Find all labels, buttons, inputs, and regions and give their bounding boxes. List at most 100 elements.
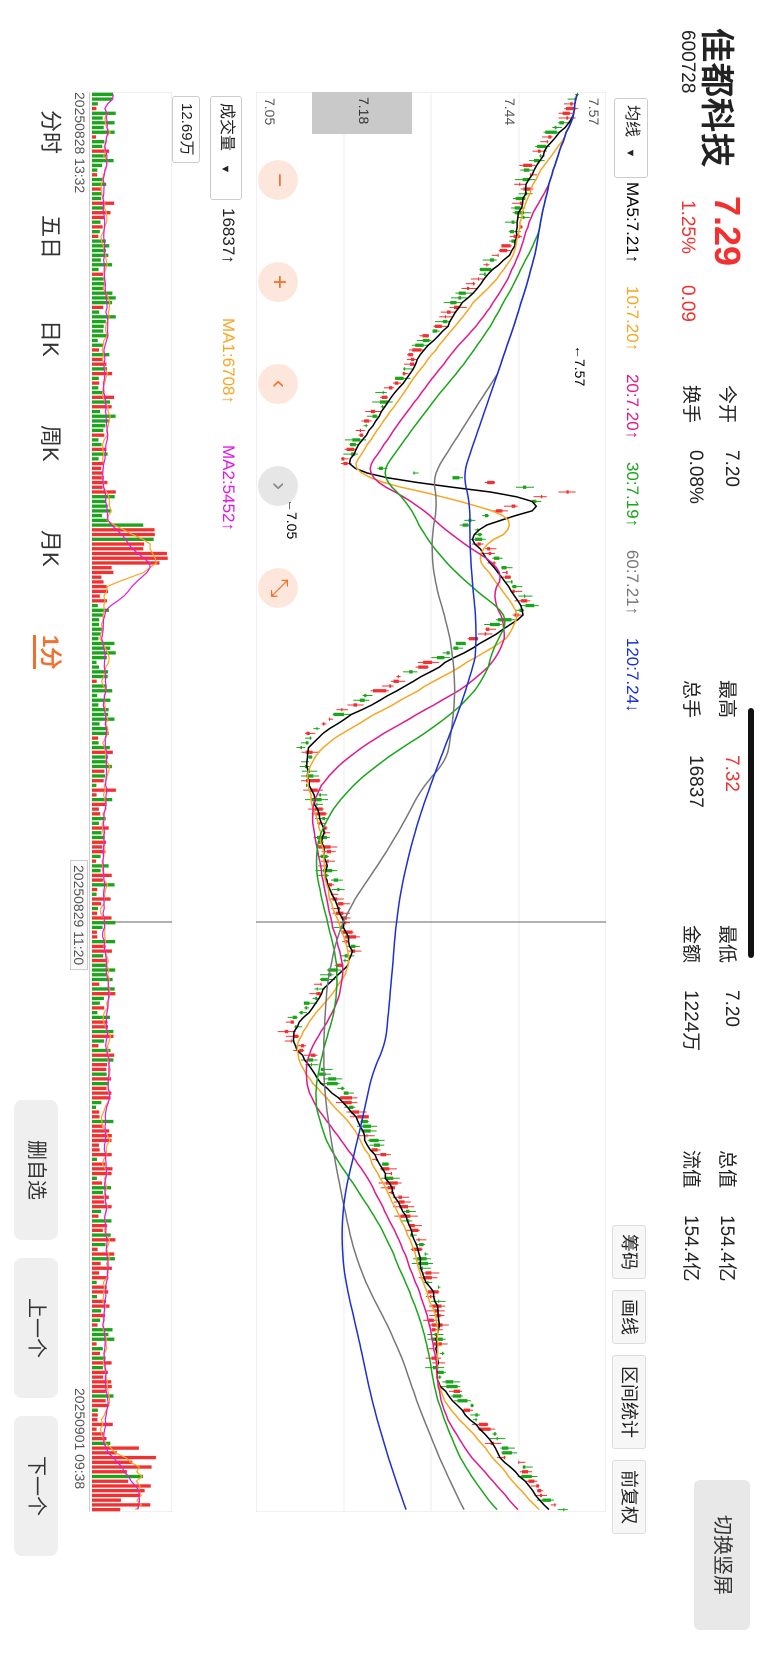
volume-bar (92, 1176, 97, 1180)
volume-bar (92, 1309, 102, 1313)
volume-bar (92, 1186, 112, 1190)
volume-bar (92, 1110, 100, 1114)
tab-intraday[interactable]: 分时 (36, 110, 68, 154)
home-indicator (748, 708, 754, 958)
tab-five-day[interactable]: 五日 (36, 215, 68, 259)
candle-body (353, 703, 358, 707)
volume-bar (92, 1323, 98, 1327)
volume-bar (92, 1001, 100, 1005)
volume-bar (92, 116, 103, 120)
candle-body (437, 1370, 444, 1375)
candle-body (540, 495, 543, 499)
candle-body (545, 130, 557, 134)
candle-body (398, 1200, 405, 1204)
stat-turnover-value: 0.08% (685, 450, 706, 504)
scroll-left-button[interactable]: ‹ (258, 364, 298, 404)
time-axis-start: 20250828 13:32 (72, 92, 88, 194)
volume-bar (92, 1044, 99, 1048)
candle-body (372, 414, 377, 418)
volume-bar (92, 1460, 133, 1464)
candle-body (394, 381, 399, 385)
volume-bar (92, 1190, 103, 1195)
volume-bar (92, 225, 103, 229)
tab-1min[interactable]: 1分 (33, 635, 68, 670)
volume-selector[interactable]: 成交量 ▼ (210, 96, 242, 200)
candle-body (484, 513, 489, 518)
volume-bar (92, 859, 97, 863)
candle-body (324, 826, 327, 830)
volume-bar (92, 1479, 129, 1483)
candle-body (322, 722, 325, 726)
previous-button[interactable]: 上一个 (14, 1258, 58, 1398)
candle-body (370, 409, 376, 414)
candle-body (522, 485, 527, 489)
reset-view-button[interactable]: ⤡ (258, 568, 298, 608)
volume-bar (92, 1223, 108, 1228)
tab-monthly-k[interactable]: 月K (36, 530, 68, 567)
ma30-label: 30:7.19↑ (623, 461, 642, 528)
candle-body (411, 1228, 419, 1233)
volume-bar (92, 584, 107, 589)
candle-body (522, 1470, 529, 1474)
volume-bar (92, 1063, 107, 1067)
zoom-out-button[interactable]: − (258, 160, 298, 200)
candle-body (452, 476, 460, 480)
volume-bar (92, 424, 106, 428)
candle-body (566, 116, 569, 120)
switch-portrait-button[interactable]: 切换竖屏 (694, 1480, 750, 1630)
candle-body (523, 163, 533, 168)
kline-chart[interactable] (256, 92, 606, 1512)
volume-bar (92, 509, 112, 513)
candle-body (419, 1242, 424, 1247)
volume-bar (92, 1214, 99, 1218)
chip-button[interactable]: 筹码 (612, 1225, 646, 1279)
candle-body (344, 958, 346, 963)
volume-chart[interactable] (92, 92, 172, 1512)
volume-bar (92, 566, 112, 570)
volume-bar (92, 797, 113, 802)
range-stats-button[interactable]: 区间统计 (612, 1355, 646, 1449)
volume-bar (92, 1247, 98, 1251)
volume-bar (92, 457, 99, 461)
candle-body (445, 1380, 454, 1384)
stat-amount-value: 1224万 (680, 990, 701, 1052)
volume-bar (92, 1072, 107, 1076)
volume-bar (92, 1266, 112, 1270)
candle-body (509, 229, 515, 234)
candle-body (505, 570, 508, 575)
volume-bar (92, 121, 115, 125)
stat-low-value: 7.20 (721, 990, 742, 1027)
volume-bar (92, 173, 98, 177)
change-value: 0.09 (677, 285, 698, 322)
volume-bar (92, 499, 107, 504)
candle-body (366, 1134, 368, 1138)
ma-selector[interactable]: 均线 ▼ (614, 98, 648, 178)
candle-body (520, 599, 528, 603)
volume-bar (92, 1351, 101, 1356)
ma10-label: 10:7.20↑ (623, 286, 642, 352)
volume-bar (92, 357, 104, 362)
next-button[interactable]: 下一个 (14, 1416, 58, 1556)
draw-line-button[interactable]: 画线 (612, 1290, 646, 1344)
zoom-in-button[interactable]: + (258, 262, 298, 302)
volume-bar (92, 651, 116, 655)
scroll-right-button[interactable]: › (258, 466, 298, 506)
remove-watchlist-button[interactable]: 删自选 (14, 1100, 58, 1240)
volume-bar (92, 637, 99, 641)
tab-weekly-k[interactable]: 周K (36, 425, 68, 462)
candle-body (309, 736, 312, 740)
candle-body (436, 655, 445, 660)
volume-axis-max: 12.69万 (172, 96, 200, 163)
candle-body (406, 1209, 410, 1214)
volume-bar (92, 263, 113, 267)
price-axis-top: 7.57 (586, 98, 602, 126)
candle-body (341, 708, 343, 712)
volume-bar (92, 1418, 98, 1422)
tab-daily-k[interactable]: 日K (36, 320, 68, 357)
candle-body (490, 258, 495, 262)
volume-bar (92, 343, 103, 347)
volume-bar (92, 1342, 97, 1346)
volume-bar (92, 244, 110, 248)
adjust-button[interactable]: 前复权 (612, 1460, 646, 1534)
volume-bar (92, 291, 113, 295)
